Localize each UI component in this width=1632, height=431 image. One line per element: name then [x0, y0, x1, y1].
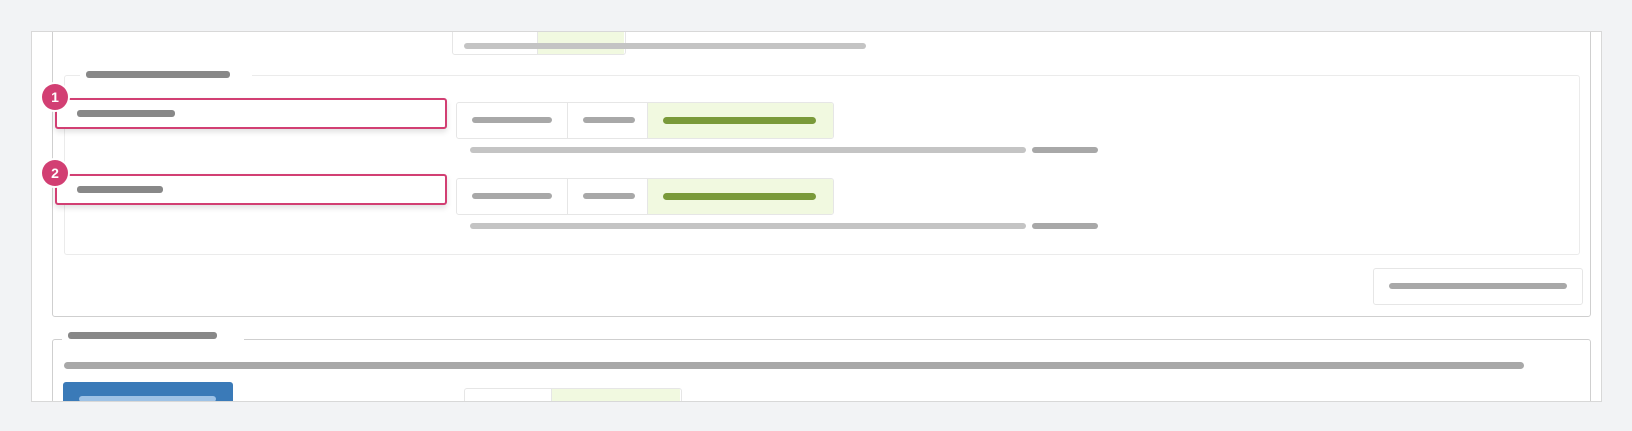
help-text-1 — [470, 147, 1026, 153]
field-label-1[interactable] — [55, 98, 447, 129]
fieldset-legend — [80, 66, 252, 84]
segment-option-c-active[interactable] — [648, 179, 833, 214]
segment-option-c-active[interactable] — [648, 103, 833, 138]
annotation-marker-1: 1 — [42, 84, 68, 110]
form-panel: 1 2 — [31, 31, 1602, 402]
help-link-2[interactable] — [1032, 223, 1098, 229]
secondary-button[interactable] — [1373, 268, 1583, 305]
segment-option-a[interactable] — [457, 103, 568, 138]
field-label-text — [77, 186, 163, 193]
segment-label — [472, 117, 552, 123]
segment-option-active[interactable] — [552, 389, 680, 401]
section-description — [64, 362, 1524, 369]
legend-text — [86, 71, 230, 78]
legend-text — [68, 332, 217, 339]
segment-option[interactable] — [465, 389, 552, 401]
annotation-marker-2: 2 — [42, 160, 68, 186]
help-link-1[interactable] — [1032, 147, 1098, 153]
segment-label-active — [663, 117, 817, 124]
fieldset-lower-legend — [62, 328, 244, 344]
segment-option-a[interactable] — [457, 179, 568, 214]
segment-label — [472, 193, 552, 199]
field-label-2[interactable] — [55, 174, 447, 205]
segmented-control-bottom[interactable] — [464, 388, 682, 401]
segment-label — [582, 117, 635, 123]
help-text-2 — [470, 223, 1026, 229]
field-label-text — [77, 110, 175, 117]
fieldset-lower — [52, 339, 1591, 401]
segmented-control-1[interactable] — [456, 102, 834, 139]
segment-label-active — [663, 193, 817, 200]
segment-label — [582, 193, 635, 199]
segmented-control-2[interactable] — [456, 178, 834, 215]
primary-button[interactable] — [63, 382, 233, 401]
segment-option-b[interactable] — [568, 103, 649, 138]
primary-button-label — [79, 396, 216, 401]
secondary-button-label — [1389, 283, 1567, 289]
segment-option-b[interactable] — [568, 179, 649, 214]
